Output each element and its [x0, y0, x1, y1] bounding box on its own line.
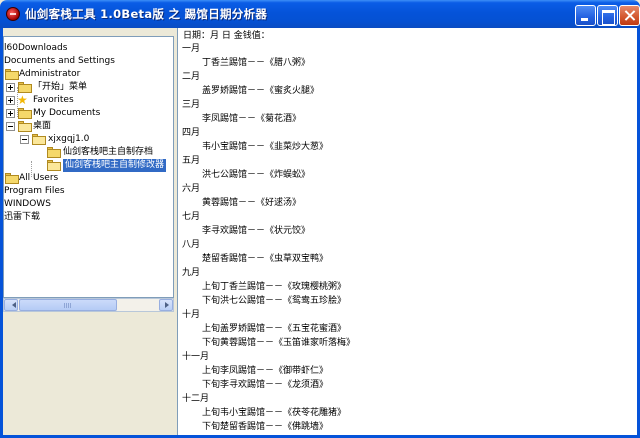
schedule-entry: 李寻欢踢馆－－《状元饺》 — [202, 226, 311, 236]
collapse-minus-icon[interactable] — [20, 135, 29, 144]
expand-plus-icon[interactable] — [6, 96, 15, 105]
tree-node-label[interactable]: Administrator — [19, 68, 80, 81]
schedule-entry: 盖罗娇踢馆－－《蜜炙火腿》 — [202, 86, 320, 96]
folder-icon — [18, 108, 32, 119]
schedule-entry: 下旬洪七公踢馆－－《鸳鸯五珍脍》 — [202, 296, 347, 306]
tree-node[interactable]: xjxgqj1.0 — [4, 133, 173, 146]
collapse-minus-icon[interactable] — [6, 122, 15, 131]
tree-node[interactable]: l60Downloads — [4, 42, 173, 55]
schedule-entry: 上旬丁香兰踢馆－－《玫瑰樱桃粥》 — [202, 282, 347, 292]
tree-node-label[interactable]: 迅雷下载 — [4, 211, 40, 224]
tree-node-label[interactable]: WINDOWS — [4, 198, 51, 211]
schedule-entry: 黄蓉踢馆－－《好逑汤》 — [202, 198, 302, 208]
month-heading: 五月 — [182, 156, 201, 166]
tree-node[interactable]: Program Files — [4, 185, 173, 198]
schedule-entry: 上旬李凤踢馆－－《御带虾仁》 — [202, 366, 329, 376]
tree-node[interactable]: Administrator — [4, 68, 173, 81]
window-title: 仙剑客栈工具 1.0Beta版 之 踢馆日期分析器 — [25, 7, 268, 21]
folder-icon — [18, 82, 32, 93]
month-heading: 十月 — [182, 310, 201, 320]
scroll-left-arrow-icon[interactable] — [4, 299, 18, 311]
schedule-entry: 下旬楚留香踢馆－－《佛跳墙》 — [202, 422, 329, 432]
tree-connector-line — [31, 161, 32, 177]
scroll-thumb[interactable] — [19, 299, 117, 311]
minimize-button[interactable] — [575, 5, 596, 26]
month-heading: 十一月 — [182, 352, 210, 362]
left-panel-blank — [3, 312, 174, 435]
tree-node-label[interactable]: 桌面 — [33, 120, 51, 133]
schedule-text-area[interactable]: 日期：月 日 金钱值： 一月 丁香兰踢馆－－《腊八粥》 二月 盖罗娇踢馆－－《蜜炙火腿… — [177, 28, 637, 435]
tree-node[interactable]: 仙剑客栈吧主自制修改器 — [4, 159, 173, 172]
folder-icon — [5, 173, 19, 184]
schedule-entry: 丁香兰踢馆－－《腊八粥》 — [202, 58, 311, 68]
tree-node[interactable]: All Users — [4, 172, 173, 185]
tree-node-label[interactable]: xjxgqj1.0 — [48, 133, 89, 146]
favorites-star-icon: ★ — [17, 93, 28, 107]
schedule-entry: 下旬李寻欢踢馆－－《龙须酒》 — [202, 380, 329, 390]
tree-node-label[interactable]: Documents and Settings — [4, 55, 115, 68]
tree-node-label[interactable]: 仙剑客栈吧主自制存档 — [63, 146, 153, 159]
tree-node-label[interactable]: Program Files — [4, 185, 65, 198]
tree-node-label[interactable]: 「开始」菜单 — [33, 81, 87, 94]
maximize-button[interactable] — [597, 5, 618, 26]
tree-node[interactable]: WINDOWS — [4, 198, 173, 211]
schedule-header: 日期：月 日 金钱值： — [183, 31, 270, 41]
month-heading: 六月 — [182, 184, 201, 194]
expand-plus-icon[interactable] — [6, 83, 15, 92]
folder-icon — [47, 147, 61, 158]
month-heading: 二月 — [182, 72, 201, 82]
directory-tree[interactable]: l60Downloads Documents and Settings Admini… — [3, 36, 174, 298]
app-icon[interactable] — [6, 7, 20, 21]
open-folder-icon — [18, 121, 32, 132]
open-folder-icon — [32, 134, 46, 145]
tree-connector-line — [17, 87, 18, 117]
tree-horizontal-scrollbar[interactable] — [3, 298, 174, 312]
tree-node[interactable]: Documents and Settings — [4, 55, 173, 68]
tree-node[interactable]: 迅雷下载 — [4, 211, 173, 224]
month-heading: 四月 — [182, 128, 201, 138]
tree-node[interactable]: ★ Favorites — [4, 93, 173, 107]
schedule-entry: 下旬黄蓉踢馆－－《玉笛谁家听落梅》 — [202, 338, 356, 348]
tree-node-label[interactable]: Favorites — [33, 94, 74, 107]
tree-node[interactable]: My Documents — [4, 107, 173, 120]
open-folder-icon — [47, 160, 61, 171]
tree-node-label[interactable]: 仙剑客栈吧主自制修改器 — [63, 159, 167, 172]
schedule-entry: 洪七公踢馆－－《炸蜈蚣》 — [202, 170, 311, 180]
schedule-entry: 上旬盖罗娇踢馆－－《五宝花蜜酒》 — [202, 324, 347, 334]
schedule-entry: 上旬韦小宝踢馆－－《茯苓花雕猪》 — [202, 408, 347, 418]
month-heading: 三月 — [182, 100, 201, 110]
expand-plus-icon[interactable] — [6, 109, 15, 118]
scroll-right-arrow-icon[interactable] — [159, 299, 173, 311]
title-bar[interactable]: 仙剑客栈工具 1.0Beta版 之 踢馆日期分析器 — [0, 0, 640, 28]
tree-node-label[interactable]: l60Downloads — [4, 42, 67, 55]
tree-node[interactable]: 「开始」菜单 — [4, 81, 173, 94]
schedule-entry: 韦小宝踢馆－－《韭菜炒大葱》 — [202, 142, 329, 152]
month-heading: 一月 — [182, 44, 201, 54]
folder-icon — [5, 69, 19, 80]
month-heading: 十二月 — [182, 394, 210, 404]
close-button[interactable] — [619, 5, 640, 26]
tree-node[interactable]: 桌面 — [4, 120, 173, 133]
schedule-entry: 李凤踢馆－－《菊花酒》 — [202, 114, 302, 124]
tree-node-label[interactable]: My Documents — [33, 107, 100, 120]
tree-node-label[interactable]: All Users — [19, 172, 58, 185]
schedule-entry: 楚留香踢馆－－《虫草双宝鸭》 — [202, 254, 329, 264]
month-heading: 七月 — [182, 212, 201, 222]
month-heading: 八月 — [182, 240, 201, 250]
month-heading: 九月 — [182, 268, 201, 278]
tree-node[interactable]: 仙剑客栈吧主自制存档 — [4, 146, 173, 159]
